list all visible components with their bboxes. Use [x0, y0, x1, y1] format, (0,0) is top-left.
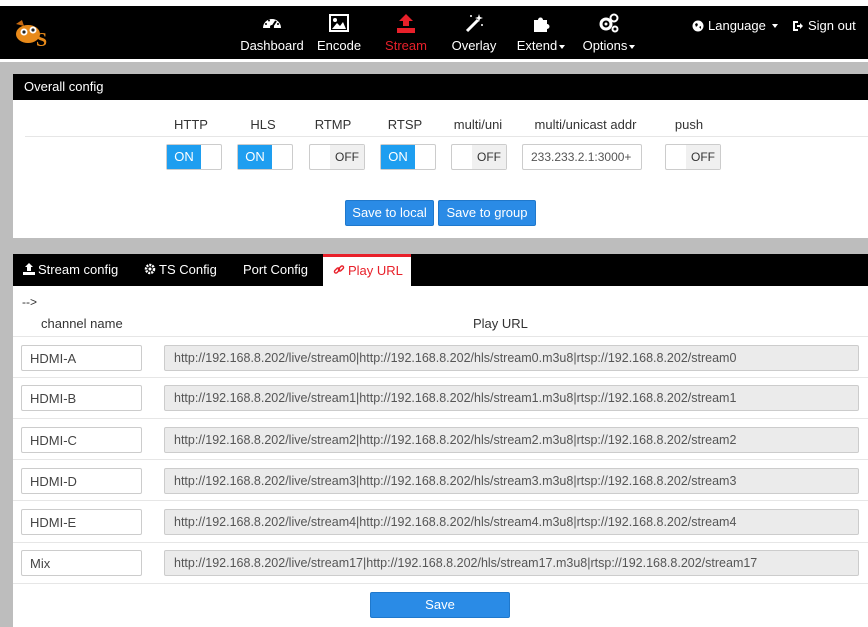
rtsp-toggle-on: ON — [381, 145, 415, 169]
language-menu[interactable]: Language — [692, 18, 778, 33]
nav-options[interactable]: Options — [578, 6, 640, 59]
http-toggle[interactable]: ON — [166, 144, 222, 170]
tab-stream-config[interactable]: Stream config — [13, 254, 128, 286]
multi-toggle-off: OFF — [472, 145, 506, 169]
nav-extend[interactable]: Extend — [514, 6, 568, 59]
nav-extend-label: Extend — [514, 38, 568, 53]
tab-ts-config-label: TS Config — [159, 262, 217, 277]
nav-overlay[interactable]: Overlay — [447, 6, 501, 59]
nav-stream[interactable]: Stream — [381, 6, 431, 59]
nav-stream-label: Stream — [385, 38, 427, 53]
logo[interactable]: S — [12, 14, 58, 52]
play-url-field[interactable]: http://192.168.8.202/live/stream1|http:/… — [164, 385, 859, 411]
play-url-field[interactable]: http://192.168.8.202/live/stream4|http:/… — [164, 509, 859, 535]
channel-name-input[interactable] — [21, 468, 142, 494]
http-toggle-on: ON — [167, 145, 201, 169]
sign-out-link[interactable]: Sign out — [792, 18, 856, 33]
navbar: S Dashboard Encode Stream Overlay Extend… — [0, 6, 868, 59]
push-toggle[interactable]: OFF — [665, 144, 721, 170]
rtmp-toggle[interactable]: OFF — [309, 144, 365, 170]
divider — [13, 500, 868, 501]
col-rtmp: RTMP — [314, 117, 352, 132]
multi-uni-toggle[interactable]: OFF — [451, 144, 507, 170]
gears-icon — [599, 13, 619, 33]
hls-toggle-on: ON — [238, 145, 272, 169]
channel-name-input[interactable] — [21, 550, 142, 576]
col-rtsp: RTSP — [387, 117, 423, 132]
divider — [13, 336, 868, 337]
caret-down-icon — [771, 23, 778, 28]
overall-config-title: Overall config — [13, 74, 868, 100]
play-url-header: Play URL — [473, 316, 528, 331]
nav-dashboard[interactable]: Dashboard — [236, 6, 308, 59]
image-icon — [329, 14, 349, 32]
tab-play-url-label: Play URL — [348, 263, 403, 278]
col-push: push — [674, 117, 704, 132]
multicast-addr-input[interactable] — [522, 144, 642, 170]
divider — [13, 583, 868, 584]
channel-name-header: channel name — [41, 316, 123, 331]
tab-port-config[interactable]: Port Config — [233, 254, 318, 286]
caret-down-icon — [559, 44, 566, 49]
col-multi-uni: multi/uni — [453, 117, 503, 132]
svg-text:S: S — [36, 29, 47, 51]
gear-icon — [144, 263, 156, 275]
tab-stream-config-label: Stream config — [38, 262, 119, 277]
nav-overlay-label: Overlay — [451, 38, 497, 53]
stray-comment-text: --> — [22, 295, 37, 309]
divider — [25, 136, 868, 137]
save-button[interactable]: Save — [370, 592, 510, 618]
play-url-field[interactable]: http://192.168.8.202/live/stream17|http:… — [164, 550, 859, 576]
rtmp-toggle-off: OFF — [330, 145, 364, 169]
overall-config-panel: Overall config HTTP HLS RTMP RTSP multi/… — [13, 74, 868, 238]
save-to-group-button[interactable]: Save to group — [438, 200, 536, 226]
link-icon — [333, 265, 345, 274]
rtsp-toggle[interactable]: ON — [380, 144, 436, 170]
col-hls: HLS — [250, 117, 276, 132]
col-multicast-addr: multi/unicast addr — [534, 117, 637, 132]
save-to-local-button[interactable]: Save to local — [345, 200, 434, 226]
tab-bar: Stream config TS Config Port Config Play… — [13, 254, 868, 286]
play-url-field[interactable]: http://192.168.8.202/live/stream2|http:/… — [164, 427, 859, 453]
nav-dashboard-label: Dashboard — [240, 38, 304, 53]
magic-wand-icon — [465, 14, 483, 33]
channel-name-input[interactable] — [21, 509, 142, 535]
divider — [13, 377, 868, 378]
hls-toggle[interactable]: ON — [237, 144, 293, 170]
dashboard-icon — [263, 19, 281, 29]
upload-icon — [23, 263, 35, 275]
nav-options-label: Options — [578, 38, 640, 53]
sign-out-icon — [793, 20, 803, 31]
tab-port-config-label: Port Config — [243, 262, 309, 277]
channel-name-input[interactable] — [21, 385, 142, 411]
caret-down-icon — [629, 44, 636, 49]
channel-name-input[interactable] — [21, 345, 142, 371]
nav-options-text: Options — [582, 38, 628, 53]
stream-tabs-panel: Stream config TS Config Port Config Play… — [13, 254, 868, 627]
puzzle-icon — [534, 17, 550, 32]
nav-extend-text: Extend — [516, 38, 558, 53]
globe-icon — [692, 20, 704, 31]
tab-play-url[interactable]: Play URL — [323, 254, 411, 286]
nav-encode-label: Encode — [316, 38, 362, 53]
tab-ts-config[interactable]: TS Config — [134, 254, 227, 286]
divider — [13, 418, 868, 419]
play-url-field[interactable]: http://192.168.8.202/live/stream3|http:/… — [164, 468, 859, 494]
channel-name-input[interactable] — [21, 427, 142, 453]
sign-out-label: Sign out — [808, 18, 856, 33]
col-http: HTTP — [174, 117, 208, 132]
upload-icon — [397, 14, 415, 33]
divider — [13, 542, 868, 543]
divider — [13, 459, 868, 460]
play-url-field[interactable]: http://192.168.8.202/live/stream0|http:/… — [164, 345, 859, 371]
push-toggle-off: OFF — [686, 145, 720, 169]
language-label: Language — [708, 18, 766, 33]
nav-encode[interactable]: Encode — [313, 6, 365, 59]
